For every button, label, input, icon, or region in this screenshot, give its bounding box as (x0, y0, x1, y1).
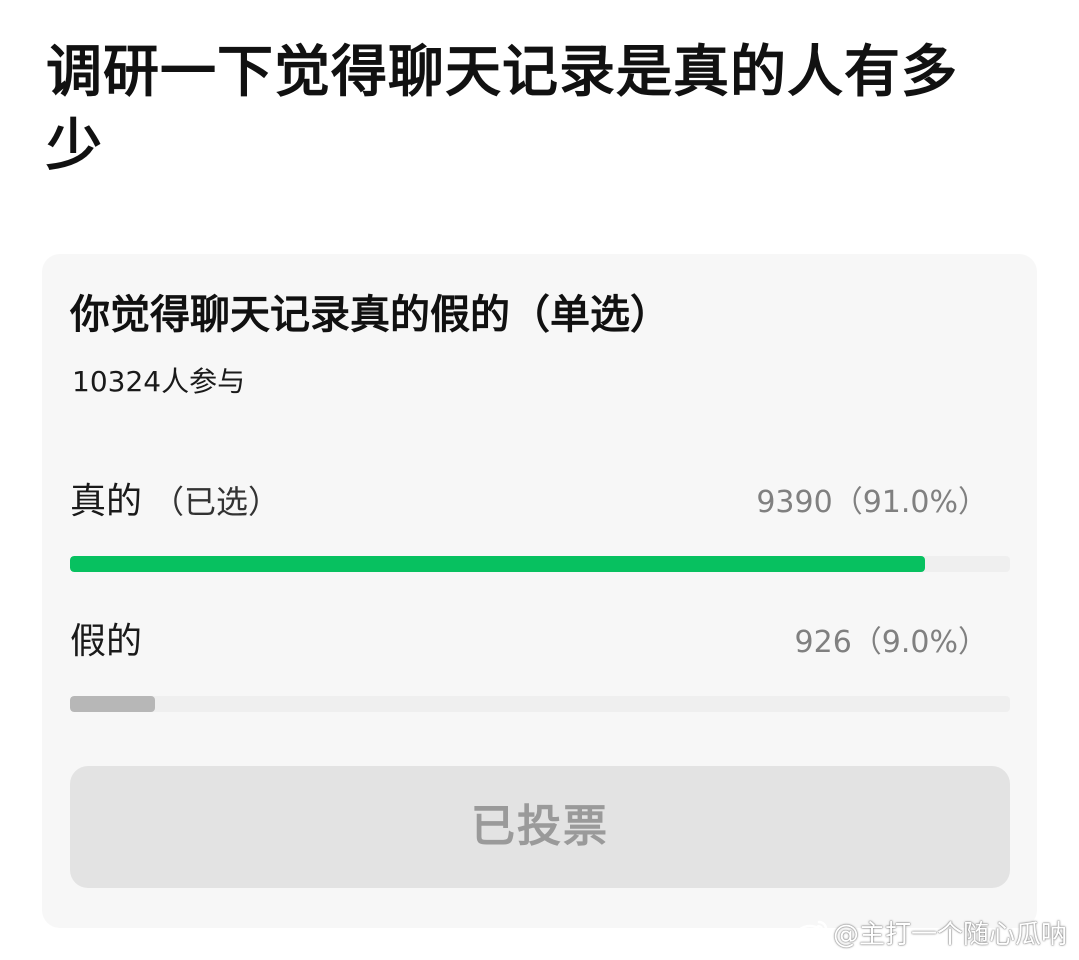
poll-card: 你觉得聊天记录真的假的（单选） 10324人参与 真的 （已选） 9390（91.… (42, 254, 1037, 928)
poll-option-result: 9390（91.0%） (756, 485, 988, 520)
voted-button[interactable]: 已投票 (70, 766, 1010, 888)
post-title: 调研一下觉得聊天记录是真的人有多少 (46, 40, 958, 179)
watermark: @主打一个随心瓜呐 (795, 912, 1067, 952)
poll-bar-fill (70, 556, 926, 572)
poll-bar-track (70, 696, 1010, 712)
poll-bar-track (70, 556, 1010, 572)
watermark-text: @主打一个随心瓜呐 (832, 919, 1067, 950)
poll-option-label: 假的 (70, 616, 142, 668)
poll-participant-count: 10324人参与 (72, 365, 246, 398)
weibo-icon (795, 920, 828, 946)
poll-option-false[interactable]: 假的 926（9.0%） (70, 616, 1010, 712)
poll-option-text: 真的 (70, 481, 143, 522)
poll-bar-fill (70, 696, 155, 712)
poll-option-text: 假的 (70, 621, 143, 662)
poll-option-label: 真的 （已选） (70, 476, 280, 528)
poll-option-result: 926（9.0%） (794, 625, 988, 660)
selected-tag: （已选） (152, 483, 281, 521)
poll-option-true[interactable]: 真的 （已选） 9390（91.0%） (70, 476, 1010, 572)
poll-question: 你觉得聊天记录真的假的（单选） (70, 292, 670, 338)
